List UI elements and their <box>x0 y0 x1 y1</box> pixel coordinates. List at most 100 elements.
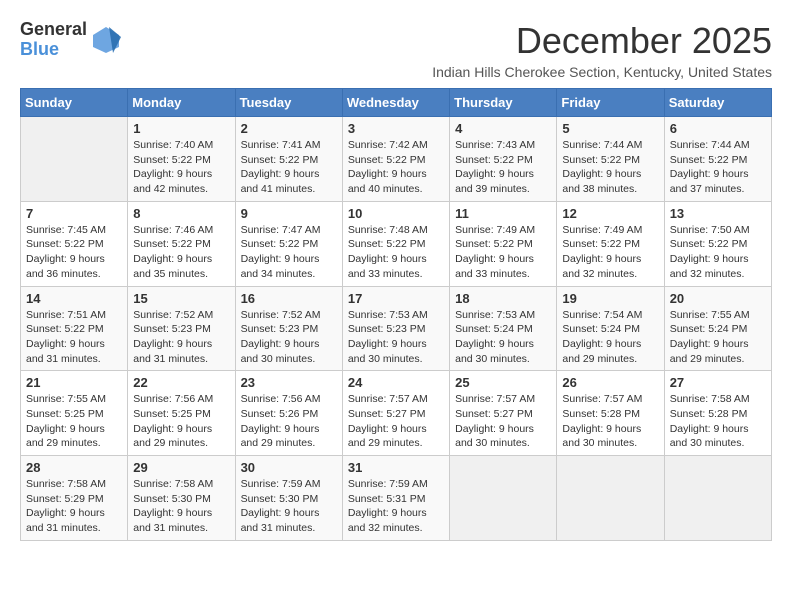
calendar-cell: 7 Sunrise: 7:45 AMSunset: 5:22 PMDaylight… <box>21 201 128 286</box>
day-info: Sunrise: 7:58 AMSunset: 5:28 PMDaylight:… <box>670 392 766 451</box>
calendar-cell: 26 Sunrise: 7:57 AMSunset: 5:28 PMDayligh… <box>557 371 664 456</box>
day-number: 4 <box>455 121 551 136</box>
day-of-week-header: Saturday <box>664 89 771 117</box>
day-info: Sunrise: 7:44 AMSunset: 5:22 PMDaylight:… <box>670 138 766 197</box>
day-info: Sunrise: 7:49 AMSunset: 5:22 PMDaylight:… <box>562 223 658 282</box>
day-info: Sunrise: 7:56 AMSunset: 5:25 PMDaylight:… <box>133 392 229 451</box>
logo-blue: Blue <box>20 40 87 60</box>
day-info: Sunrise: 7:57 AMSunset: 5:27 PMDaylight:… <box>348 392 444 451</box>
calendar-cell: 19 Sunrise: 7:54 AMSunset: 5:24 PMDayligh… <box>557 286 664 371</box>
day-info: Sunrise: 7:46 AMSunset: 5:22 PMDaylight:… <box>133 223 229 282</box>
calendar-cell: 1 Sunrise: 7:40 AMSunset: 5:22 PMDaylight… <box>128 117 235 202</box>
day-of-week-header: Tuesday <box>235 89 342 117</box>
day-number: 5 <box>562 121 658 136</box>
day-number: 18 <box>455 291 551 306</box>
day-number: 2 <box>241 121 337 136</box>
calendar-cell <box>21 117 128 202</box>
day-number: 28 <box>26 460 122 475</box>
calendar-cell: 14 Sunrise: 7:51 AMSunset: 5:22 PMDayligh… <box>21 286 128 371</box>
calendar-cell: 30 Sunrise: 7:59 AMSunset: 5:30 PMDayligh… <box>235 456 342 541</box>
calendar-cell: 21Sunrise: 7:55 AMSunset: 5:25 PMDayligh… <box>21 371 128 456</box>
day-number: 27 <box>670 375 766 390</box>
day-number: 11 <box>455 206 551 221</box>
calendar-cell: 18 Sunrise: 7:53 AMSunset: 5:24 PMDayligh… <box>450 286 557 371</box>
day-info: Sunrise: 7:53 AMSunset: 5:23 PMDaylight:… <box>348 308 444 367</box>
day-number: 10 <box>348 206 444 221</box>
location-subtitle: Indian Hills Cherokee Section, Kentucky,… <box>432 64 772 80</box>
calendar-cell: 25 Sunrise: 7:57 AMSunset: 5:27 PMDayligh… <box>450 371 557 456</box>
calendar-cell: 15 Sunrise: 7:52 AMSunset: 5:23 PMDayligh… <box>128 286 235 371</box>
calendar-cell: 20Sunrise: 7:55 AMSunset: 5:24 PMDayligh… <box>664 286 771 371</box>
calendar-cell: 4 Sunrise: 7:43 AMSunset: 5:22 PMDaylight… <box>450 117 557 202</box>
calendar-header: SundayMondayTuesdayWednesdayThursdayFrid… <box>21 89 772 117</box>
day-number: 16 <box>241 291 337 306</box>
day-info: Sunrise: 7:59 AMSunset: 5:31 PMDaylight:… <box>348 477 444 536</box>
day-info: Sunrise: 7:44 AMSunset: 5:22 PMDaylight:… <box>562 138 658 197</box>
day-number: 19 <box>562 291 658 306</box>
month-title: December 2025 <box>432 20 772 62</box>
day-number: 15 <box>133 291 229 306</box>
day-number: 14 <box>26 291 122 306</box>
calendar-cell: 28 Sunrise: 7:58 AMSunset: 5:29 PMDayligh… <box>21 456 128 541</box>
calendar-cell: 6 Sunrise: 7:44 AMSunset: 5:22 PMDaylight… <box>664 117 771 202</box>
logo-icon <box>91 25 121 55</box>
day-of-week-header: Wednesday <box>342 89 449 117</box>
calendar-cell: 2Sunrise: 7:41 AMSunset: 5:22 PMDaylight… <box>235 117 342 202</box>
day-number: 20 <box>670 291 766 306</box>
calendar-cell <box>664 456 771 541</box>
calendar-cell: 16 Sunrise: 7:52 AMSunset: 5:23 PMDayligh… <box>235 286 342 371</box>
day-of-week-header: Friday <box>557 89 664 117</box>
day-info: Sunrise: 7:45 AMSunset: 5:22 PMDaylight:… <box>26 223 122 282</box>
day-info: Sunrise: 7:57 AMSunset: 5:27 PMDaylight:… <box>455 392 551 451</box>
day-number: 30 <box>241 460 337 475</box>
day-number: 23 <box>241 375 337 390</box>
calendar-cell <box>557 456 664 541</box>
logo: General Blue <box>20 20 121 60</box>
day-of-week-header: Monday <box>128 89 235 117</box>
day-number: 24 <box>348 375 444 390</box>
day-info: Sunrise: 7:52 AMSunset: 5:23 PMDaylight:… <box>241 308 337 367</box>
day-of-week-header: Thursday <box>450 89 557 117</box>
day-number: 1 <box>133 121 229 136</box>
calendar-cell: 27 Sunrise: 7:58 AMSunset: 5:28 PMDayligh… <box>664 371 771 456</box>
day-info: Sunrise: 7:40 AMSunset: 5:22 PMDaylight:… <box>133 138 229 197</box>
day-info: Sunrise: 7:52 AMSunset: 5:23 PMDaylight:… <box>133 308 229 367</box>
day-info: Sunrise: 7:48 AMSunset: 5:22 PMDaylight:… <box>348 223 444 282</box>
day-number: 17 <box>348 291 444 306</box>
day-info: Sunrise: 7:50 AMSunset: 5:22 PMDaylight:… <box>670 223 766 282</box>
calendar-cell: 10 Sunrise: 7:48 AMSunset: 5:22 PMDayligh… <box>342 201 449 286</box>
calendar-cell: 31 Sunrise: 7:59 AMSunset: 5:31 PMDayligh… <box>342 456 449 541</box>
day-number: 25 <box>455 375 551 390</box>
calendar-cell <box>450 456 557 541</box>
day-info: Sunrise: 7:43 AMSunset: 5:22 PMDaylight:… <box>455 138 551 197</box>
day-number: 6 <box>670 121 766 136</box>
day-number: 3 <box>348 121 444 136</box>
day-info: Sunrise: 7:58 AMSunset: 5:29 PMDaylight:… <box>26 477 122 536</box>
calendar-cell: 11 Sunrise: 7:49 AMSunset: 5:22 PMDayligh… <box>450 201 557 286</box>
day-number: 12 <box>562 206 658 221</box>
title-section: December 2025 Indian Hills Cherokee Sect… <box>432 20 772 80</box>
calendar-cell: 17 Sunrise: 7:53 AMSunset: 5:23 PMDayligh… <box>342 286 449 371</box>
day-number: 9 <box>241 206 337 221</box>
day-number: 31 <box>348 460 444 475</box>
day-info: Sunrise: 7:57 AMSunset: 5:28 PMDaylight:… <box>562 392 658 451</box>
calendar-cell: 22 Sunrise: 7:56 AMSunset: 5:25 PMDayligh… <box>128 371 235 456</box>
day-info: Sunrise: 7:54 AMSunset: 5:24 PMDaylight:… <box>562 308 658 367</box>
calendar-cell: 8Sunrise: 7:46 AMSunset: 5:22 PMDaylight… <box>128 201 235 286</box>
day-of-week-header: Sunday <box>21 89 128 117</box>
day-info: Sunrise: 7:49 AMSunset: 5:22 PMDaylight:… <box>455 223 551 282</box>
calendar-cell: 9Sunrise: 7:47 AMSunset: 5:22 PMDaylight… <box>235 201 342 286</box>
calendar-table: SundayMondayTuesdayWednesdayThursdayFrid… <box>20 88 772 541</box>
day-number: 26 <box>562 375 658 390</box>
calendar-cell: 3 Sunrise: 7:42 AMSunset: 5:22 PMDaylight… <box>342 117 449 202</box>
day-number: 7 <box>26 206 122 221</box>
day-info: Sunrise: 7:53 AMSunset: 5:24 PMDaylight:… <box>455 308 551 367</box>
day-number: 29 <box>133 460 229 475</box>
day-info: Sunrise: 7:51 AMSunset: 5:22 PMDaylight:… <box>26 308 122 367</box>
calendar-cell: 13Sunrise: 7:50 AMSunset: 5:22 PMDayligh… <box>664 201 771 286</box>
day-info: Sunrise: 7:59 AMSunset: 5:30 PMDaylight:… <box>241 477 337 536</box>
day-info: Sunrise: 7:42 AMSunset: 5:22 PMDaylight:… <box>348 138 444 197</box>
day-number: 22 <box>133 375 229 390</box>
day-number: 21 <box>26 375 122 390</box>
calendar-cell: 29Sunrise: 7:58 AMSunset: 5:30 PMDayligh… <box>128 456 235 541</box>
